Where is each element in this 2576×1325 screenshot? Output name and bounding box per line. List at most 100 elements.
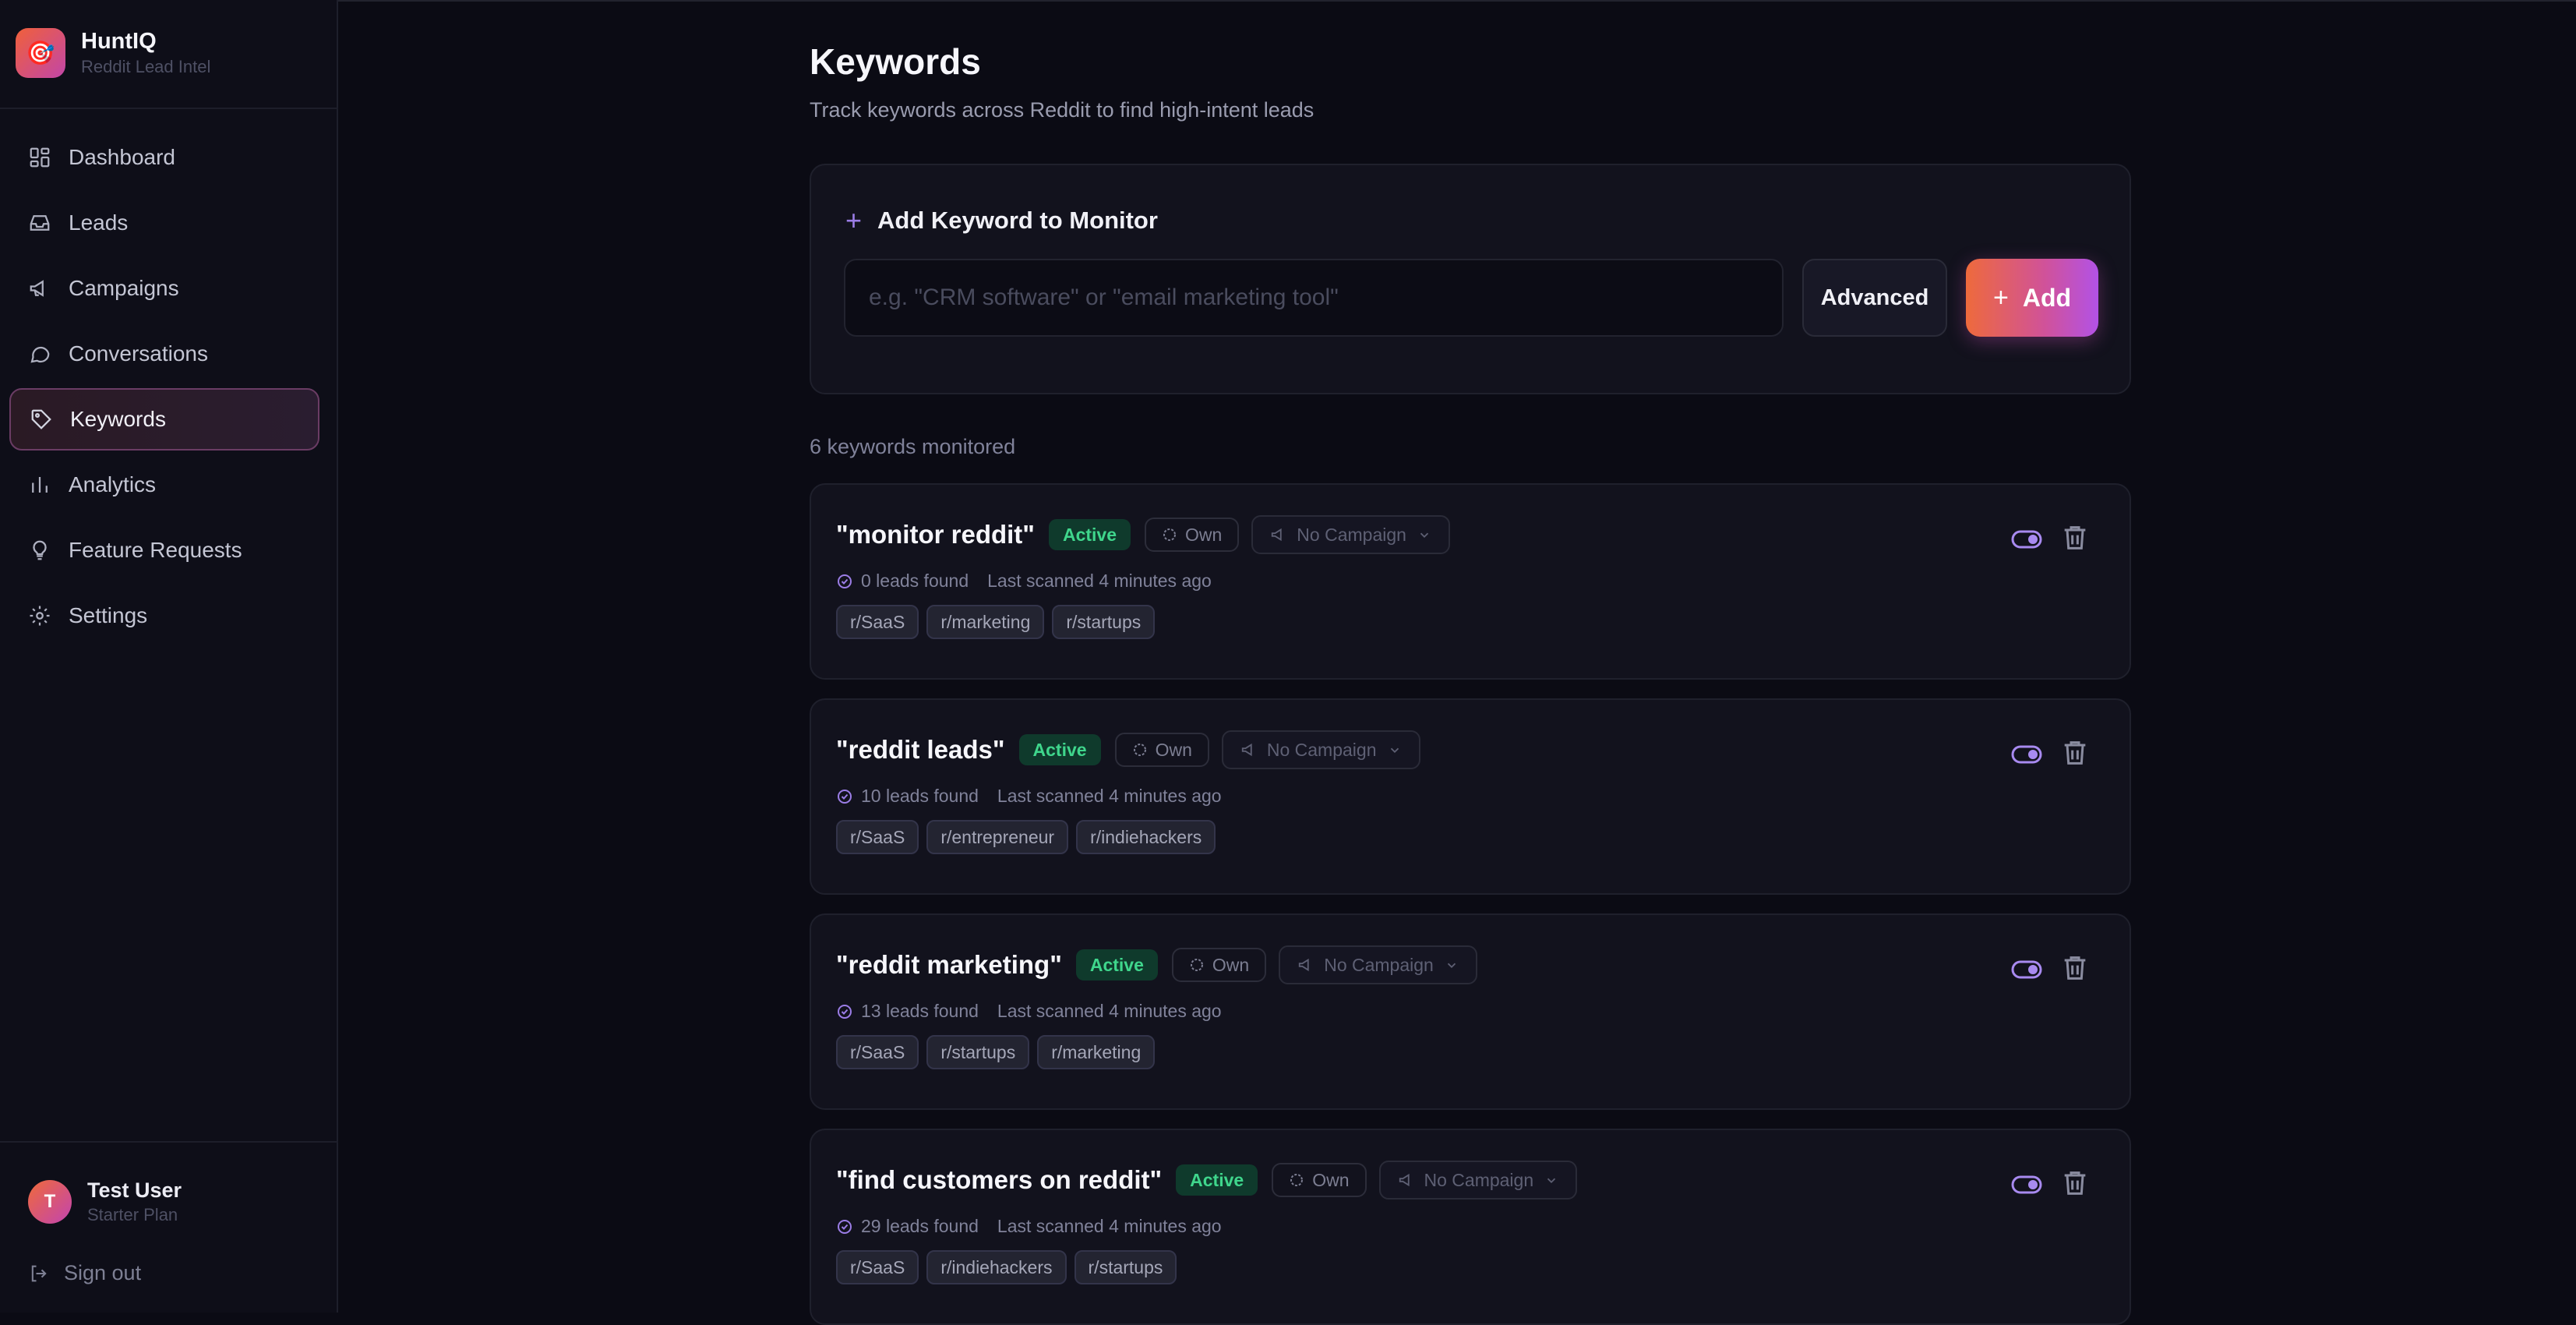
user-profile[interactable]: T Test User Starter Plan [28,1177,182,1227]
status-badge: Active [1176,1164,1258,1196]
subreddit-tag: r/SaaS [836,605,919,639]
circle-dashed-icon [1133,744,1146,756]
check-circle-icon [838,789,852,804]
subreddit-tag: r/startups [926,1035,1030,1069]
sign-out-label: Sign out [64,1261,142,1284]
window-top-border [0,0,2576,2]
avatar: T [28,1180,72,1224]
sidebar-item-keywords[interactable]: Keywords [9,388,319,450]
last-scanned: Last scanned 4 minutes ago [987,571,1212,591]
campaign-label: No Campaign [1297,524,1406,545]
dashboard-icon [30,147,50,168]
toggle-icon[interactable] [2010,952,2044,987]
sidebar-item-label: Feature Requests [69,538,242,562]
trash-icon[interactable] [2059,1168,2091,1199]
megaphone-icon [1299,958,1309,972]
owner-badge: Own [1114,733,1209,767]
app-tagline: Reddit Lead Intel [81,57,211,76]
keywords-count: 6 keywords monitored [810,435,1016,458]
campaign-dropdown[interactable]: No Campaign [1279,945,1477,984]
owner-badge: Own [1171,948,1267,982]
campaign-label: No Campaign [1424,1169,1534,1190]
chevron-down-icon [1547,1178,1556,1183]
subreddit-tags: r/SaaS r/startups r/marketing [836,1035,1163,1069]
toggle-icon[interactable] [2010,522,2044,556]
gear-icon [30,606,50,626]
bar-chart-icon [32,477,48,493]
owner-badge: Own [1272,1163,1367,1197]
add-button[interactable]: + Add [1966,259,2098,337]
keyword-card: "monitor reddit" Active Own No Campaign … [810,483,2131,680]
sidebar-item-conversations[interactable]: Conversations [9,323,319,385]
target-logo-icon: 🎯 [16,28,65,78]
subreddit-tag: r/startups [1074,1250,1177,1284]
lightbulb-icon [33,540,47,560]
megaphone-icon [30,280,44,297]
keyword-card: "reddit leads" Active Own No Campaign 10… [810,698,2131,895]
sidebar-item-label: Leads [69,210,129,235]
leads-found: 0 leads found [861,571,969,591]
keyword-term: "find customers on reddit" [836,1165,1163,1194]
subreddit-tag: r/startups [1052,605,1156,639]
last-scanned: Last scanned 4 minutes ago [997,1001,1222,1021]
owner-label: Own [1312,1169,1350,1190]
leads-found: 10 leads found [861,786,979,806]
subreddit-tags: r/SaaS r/marketing r/startups [836,605,1163,639]
sign-out-icon [31,1265,47,1281]
sidebar-item-dashboard[interactable]: Dashboard [9,126,319,189]
inbox-icon [30,215,50,231]
app-name: HuntIQ [81,29,157,54]
subreddit-tags: r/SaaS r/indiehackers r/startups [836,1250,1184,1284]
sidebar-item-leads[interactable]: Leads [9,192,319,254]
user-name: Test User [87,1178,182,1202]
subreddit-tag: r/SaaS [836,1250,919,1284]
megaphone-icon [1272,528,1282,542]
sidebar-item-analytics[interactable]: Analytics [9,454,319,516]
campaign-dropdown[interactable]: No Campaign [1221,730,1420,769]
toggle-icon[interactable] [2010,1168,2044,1202]
subreddit-tag: r/SaaS [836,820,919,854]
toggle-icon[interactable] [2010,737,2044,772]
campaign-label: No Campaign [1266,739,1377,760]
chevron-down-icon [1447,963,1456,968]
sign-out-button[interactable]: Sign out [28,1261,141,1285]
advanced-button[interactable]: Advanced [1802,259,1947,337]
brand[interactable]: 🎯 HuntIQ Reddit Lead Intel [16,28,210,78]
keyword-term: "monitor reddit" [836,520,1035,549]
circle-dashed-icon [1290,1174,1304,1186]
megaphone-icon [1399,1173,1410,1187]
add-button-label: Add [2022,283,2072,312]
trash-icon[interactable] [2059,522,2091,553]
subreddit-tag: r/marketing [1037,1035,1156,1069]
sidebar-item-label: Dashboard [69,145,175,169]
trash-icon[interactable] [2059,737,2091,768]
circle-dashed-icon [1163,528,1176,541]
check-circle-icon [838,1004,852,1019]
keyword-term: "reddit marketing" [836,950,1062,979]
chevron-down-icon [1390,747,1399,753]
subreddit-tag: r/marketing [926,605,1045,639]
add-keyword-heading: + Add Keyword to Monitor [845,204,1158,237]
keyword-card: "reddit marketing" Active Own No Campaig… [810,913,2131,1110]
last-scanned: Last scanned 4 minutes ago [997,786,1222,806]
check-circle-icon [838,574,852,588]
sidebar-item-label: Conversations [69,341,208,366]
owner-badge: Own [1145,518,1240,552]
leads-found: 13 leads found [861,1001,979,1021]
sidebar-item-label: Settings [69,603,148,627]
campaign-dropdown[interactable]: No Campaign [1251,515,1450,554]
sidebar: 🎯 HuntIQ Reddit Lead Intel Dashboard Lea… [0,0,338,1313]
status-badge: Active [1018,734,1101,765]
sidebar-divider [0,1141,338,1143]
sidebar-item-settings[interactable]: Settings [9,585,319,647]
keyword-input[interactable] [844,259,1784,337]
chevron-down-icon [1420,532,1429,538]
trash-icon[interactable] [2059,952,2091,984]
sidebar-item-label: Keywords [70,407,166,431]
plus-icon: + [1992,282,2009,313]
campaign-dropdown[interactable]: No Campaign [1378,1161,1578,1200]
keyword-card: "find customers on reddit" Active Own No… [810,1129,2131,1325]
sidebar-item-feature-requests[interactable]: Feature Requests [9,519,319,581]
sidebar-item-campaigns[interactable]: Campaigns [9,257,319,320]
keyword-term: "reddit leads" [836,735,1005,764]
